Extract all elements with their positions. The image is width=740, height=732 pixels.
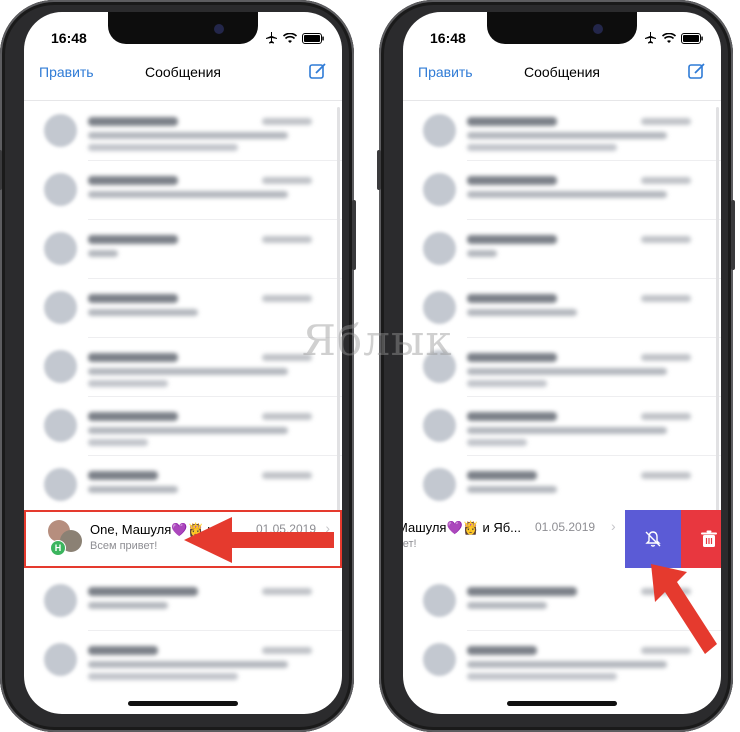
notch (487, 12, 637, 44)
phone-left: 16:48 Править Сообщения Н One, Машуля💜👸 … (0, 0, 356, 732)
group-avatar: Н (46, 520, 82, 556)
chat-list-lower (24, 572, 342, 690)
chat-list (24, 102, 342, 515)
compose-icon[interactable] (309, 62, 327, 85)
battery-icon (681, 32, 703, 44)
list-item[interactable] (403, 102, 721, 161)
home-indicator (507, 701, 617, 706)
list-item[interactable] (24, 102, 342, 161)
chat-title: Машуля💜👸 и Яб... (403, 520, 522, 535)
list-item[interactable] (24, 572, 342, 631)
pointer-arrow-icon (651, 564, 717, 654)
status-icons (644, 32, 703, 44)
status-icons (265, 32, 324, 44)
list-item[interactable] (24, 631, 342, 690)
list-item[interactable] (24, 220, 342, 279)
airplane-icon (266, 32, 277, 44)
bell-slash-icon (645, 531, 661, 547)
chat-list (403, 102, 721, 515)
home-indicator (128, 701, 238, 706)
nav-bar: Править Сообщения (24, 56, 342, 101)
list-item[interactable] (403, 220, 721, 279)
watermark-logo: Яблык (302, 316, 453, 365)
wifi-icon (283, 32, 297, 43)
screen-left: 16:48 Править Сообщения Н One, Машуля💜👸 … (24, 12, 342, 714)
list-item[interactable] (403, 161, 721, 220)
compose-icon[interactable] (688, 62, 706, 85)
status-time: 16:48 (51, 30, 87, 46)
chat-last-message: Всем привет! (90, 540, 158, 552)
list-item[interactable] (24, 397, 342, 456)
scrollbar[interactable] (716, 107, 719, 527)
chevron-right-icon: › (611, 518, 616, 534)
airplane-icon (645, 32, 656, 44)
chat-date: 01.05.2019 (535, 520, 596, 534)
chat-last-message: вет! (403, 538, 417, 550)
list-item[interactable] (403, 397, 721, 456)
trash-icon (701, 530, 717, 547)
avatar-badge: Н (50, 540, 66, 556)
list-item[interactable] (403, 456, 721, 515)
list-item[interactable] (24, 456, 342, 515)
phone-right: 16:48 Править Сообщения Машуля💜👸 и Яб... (377, 0, 735, 732)
list-item[interactable] (24, 279, 342, 338)
nav-title: Сообщения (524, 64, 600, 80)
wifi-icon (662, 32, 676, 43)
notch (108, 12, 258, 44)
list-item[interactable] (24, 338, 342, 397)
status-time: 16:48 (430, 30, 466, 46)
list-item[interactable] (24, 161, 342, 220)
battery-icon (302, 32, 324, 44)
nav-title: Сообщения (145, 64, 221, 80)
swipe-arrow-icon (184, 517, 334, 563)
nav-bar: Править Сообщения (403, 56, 721, 101)
